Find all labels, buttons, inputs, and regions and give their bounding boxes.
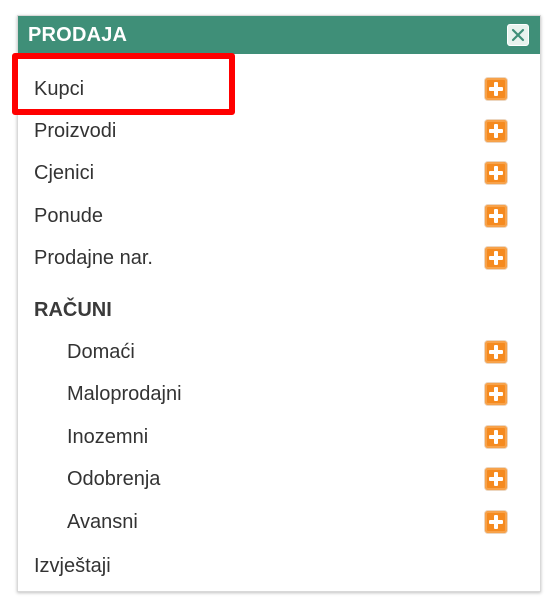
menu-item-proizvodi[interactable]: Proizvodi: [18, 111, 540, 151]
menu-item-label[interactable]: Domaći: [67, 341, 135, 363]
close-button[interactable]: [507, 24, 529, 46]
add-icon[interactable]: [485, 162, 507, 184]
add-icon[interactable]: [485, 426, 507, 448]
menu-item-izvjestaji[interactable]: Izvještaji: [18, 546, 540, 586]
menu-item-odobrenja[interactable]: Odobrenja: [18, 459, 540, 499]
menu-item-inozemni[interactable]: Inozemni: [18, 417, 540, 457]
menu-item-label[interactable]: Cjenici: [34, 162, 94, 184]
menu-item-cjenici[interactable]: Cjenici: [18, 153, 540, 193]
menu-item-label[interactable]: Ponude: [34, 205, 103, 227]
menu-item-label[interactable]: Maloprodajni: [67, 383, 182, 405]
add-icon[interactable]: [485, 205, 507, 227]
menu-item-ponude[interactable]: Ponude: [18, 196, 540, 236]
section-title: RAČUNI: [34, 299, 112, 321]
menu-item-domaci[interactable]: Domaći: [18, 332, 540, 372]
panel-header: PRODAJA: [18, 16, 540, 54]
add-icon[interactable]: [485, 341, 507, 363]
section-header-racuni: RAČUNI: [18, 290, 540, 330]
menu-item-label[interactable]: Odobrenja: [67, 468, 160, 490]
menu-item-label[interactable]: Proizvodi: [34, 120, 116, 142]
add-icon[interactable]: [485, 511, 507, 533]
panel-title: PRODAJA: [28, 24, 128, 46]
add-icon[interactable]: [485, 120, 507, 142]
add-icon[interactable]: [485, 78, 507, 100]
menu-item-label[interactable]: Izvještaji: [34, 555, 111, 577]
menu-item-maloprodajni[interactable]: Maloprodajni: [18, 374, 540, 414]
menu-item-avansni[interactable]: Avansni: [18, 502, 540, 542]
menu-item-prodajne-nar[interactable]: Prodajne nar.: [18, 238, 540, 278]
menu-item-label[interactable]: Avansni: [67, 511, 138, 533]
menu-item-label[interactable]: Inozemni: [67, 426, 148, 448]
menu-item-label[interactable]: Prodajne nar.: [34, 247, 153, 269]
add-icon[interactable]: [485, 383, 507, 405]
add-icon[interactable]: [485, 247, 507, 269]
add-icon[interactable]: [485, 468, 507, 490]
highlight-box: [12, 53, 235, 115]
close-icon: [511, 28, 525, 42]
